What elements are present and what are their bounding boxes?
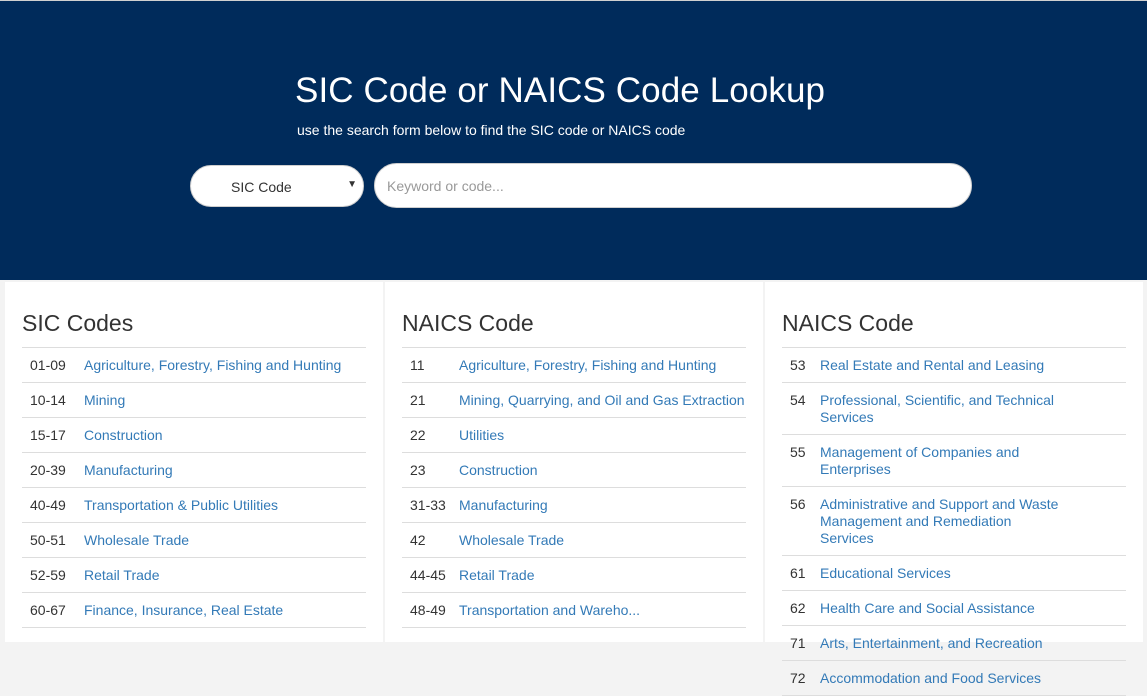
list-item: 23 Construction	[402, 453, 746, 488]
code-value: 48-49	[410, 602, 446, 618]
code-value: 52-59	[30, 567, 66, 583]
code-value: 15-17	[30, 427, 66, 443]
code-value: 62	[790, 600, 806, 616]
list-item: 42 Wholesale Trade	[402, 523, 746, 558]
industry-link[interactable]: Wholesale Trade	[84, 532, 189, 549]
code-list: 01-09 Agriculture, Forestry, Fishing and …	[22, 347, 366, 628]
list-item: 48-49 Transportation and Wareho...	[402, 593, 746, 628]
page-subtitle: use the search form below to find the SI…	[297, 122, 686, 138]
list-item: 10-14 Mining	[22, 383, 366, 418]
naics-codes-column: NAICS Code 11 Agriculture, Forestry, Fish…	[385, 282, 763, 642]
code-value: 44-45	[410, 567, 446, 583]
list-item: 54 Professional, Scientific, and Technica…	[782, 383, 1126, 435]
list-item: 31-33 Manufacturing	[402, 488, 746, 523]
code-type-select-value: SIC Code	[231, 179, 292, 195]
industry-link[interactable]: Professional, Scientific, and Technical …	[820, 392, 1060, 426]
code-value: 56	[790, 496, 806, 512]
industry-link[interactable]: Construction	[84, 427, 163, 444]
code-value: 42	[410, 532, 426, 548]
column-heading: NAICS Code	[782, 310, 914, 336]
industry-link[interactable]: Health Care and Social Assistance	[820, 600, 1035, 617]
code-value: 61	[790, 565, 806, 581]
industry-link[interactable]: Wholesale Trade	[459, 532, 564, 549]
column-heading: SIC Codes	[22, 310, 134, 336]
industry-link[interactable]: Real Estate and Rental and Leasing	[820, 357, 1044, 374]
industry-link[interactable]: Educational Services	[820, 565, 951, 582]
industry-link[interactable]: Finance, Insurance, Real Estate	[84, 602, 283, 619]
code-value: 53	[790, 357, 806, 373]
industry-link[interactable]: Transportation & Public Utilities	[84, 497, 278, 514]
industry-link[interactable]: Utilities	[459, 427, 504, 444]
industry-link[interactable]: Agriculture, Forestry, Fishing and Hunti…	[84, 357, 341, 374]
code-value: 10-14	[30, 392, 66, 408]
list-item: 60-67 Finance, Insurance, Real Estate	[22, 593, 366, 628]
industry-link[interactable]: Retail Trade	[459, 567, 534, 584]
industry-link[interactable]: Construction	[459, 462, 538, 479]
list-item: 40-49 Transportation & Public Utilities	[22, 488, 366, 523]
list-item: 56 Administrative and Support and Waste M…	[782, 487, 1126, 556]
industry-link[interactable]: Manufacturing	[459, 497, 548, 514]
list-item: 15-17 Construction	[22, 418, 366, 453]
code-value: 11	[410, 357, 425, 373]
industry-link[interactable]: Transportation and Wareho...	[459, 602, 640, 619]
code-list: 53 Real Estate and Rental and Leasing 54 Pr…	[782, 347, 1126, 696]
list-item: 01-09 Agriculture, Forestry, Fishing and …	[22, 348, 366, 383]
industry-link[interactable]: Administrative and Support and Waste Man…	[820, 496, 1060, 547]
list-item: 61 Educational Services	[782, 556, 1126, 591]
column-heading: NAICS Code	[402, 310, 534, 336]
list-item: 44-45 Retail Trade	[402, 558, 746, 593]
list-item: 20-39 Manufacturing	[22, 453, 366, 488]
code-value: 22	[410, 427, 426, 443]
list-item: 21 Mining, Quarrying, and Oil and Gas Ext…	[402, 383, 746, 418]
code-value: 54	[790, 392, 806, 408]
code-value: 23	[410, 462, 426, 478]
industry-link[interactable]: Agriculture, Forestry, Fishing and Hunti…	[459, 357, 716, 374]
code-value: 60-67	[30, 602, 66, 618]
code-value: 01-09	[30, 357, 66, 373]
list-item: 55 Management of Companies and Enterprise…	[782, 435, 1126, 487]
industry-link[interactable]: Manufacturing	[84, 462, 173, 479]
search-input[interactable]	[374, 163, 972, 208]
code-value: 55	[790, 444, 806, 460]
industry-link[interactable]: Management of Companies and Enterprises	[820, 444, 1060, 478]
list-item: 22 Utilities	[402, 418, 746, 453]
industry-link[interactable]: Mining	[84, 392, 125, 409]
search-hero: SIC Code or NAICS Code Lookup use the se…	[0, 0, 1147, 280]
code-value: 20-39	[30, 462, 66, 478]
industry-link[interactable]: Retail Trade	[84, 567, 159, 584]
list-item: 50-51 Wholesale Trade	[22, 523, 366, 558]
naics-codes-column-2: NAICS Code 53 Real Estate and Rental and …	[765, 282, 1143, 696]
code-list: 11 Agriculture, Forestry, Fishing and Hun…	[402, 347, 746, 628]
code-type-select[interactable]: SIC Code ▼	[190, 165, 364, 207]
industry-link[interactable]: Accommodation and Food Services	[820, 670, 1041, 687]
code-value: 72	[790, 670, 806, 686]
list-item: 71 Arts, Entertainment, and Recreation	[782, 626, 1126, 661]
list-item: 72 Accommodation and Food Services	[782, 661, 1126, 696]
sic-codes-column: SIC Codes 01-09 Agriculture, Forestry, Fi…	[5, 282, 383, 642]
list-item: 53 Real Estate and Rental and Leasing	[782, 348, 1126, 383]
code-value: 50-51	[30, 532, 66, 548]
chevron-down-icon: ▼	[347, 179, 357, 190]
industry-link[interactable]: Mining, Quarrying, and Oil and Gas Extra…	[459, 392, 745, 409]
list-item: 52-59 Retail Trade	[22, 558, 366, 593]
code-value: 31-33	[410, 497, 446, 513]
page-title: SIC Code or NAICS Code Lookup	[295, 71, 826, 110]
code-value: 40-49	[30, 497, 66, 513]
code-value: 21	[410, 392, 426, 408]
list-item: 11 Agriculture, Forestry, Fishing and Hun…	[402, 348, 746, 383]
list-item: 62 Health Care and Social Assistance	[782, 591, 1126, 626]
